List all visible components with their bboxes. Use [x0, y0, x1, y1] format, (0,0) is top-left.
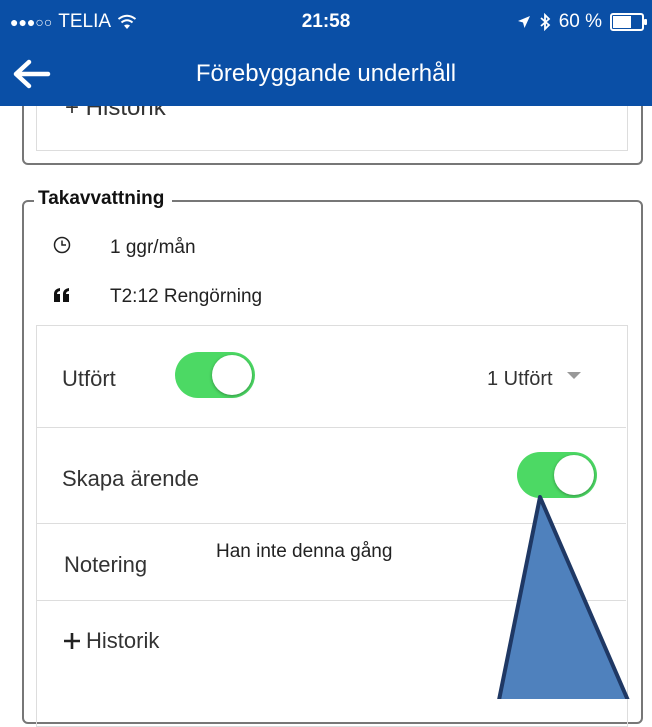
annotation-arrow	[497, 495, 630, 699]
